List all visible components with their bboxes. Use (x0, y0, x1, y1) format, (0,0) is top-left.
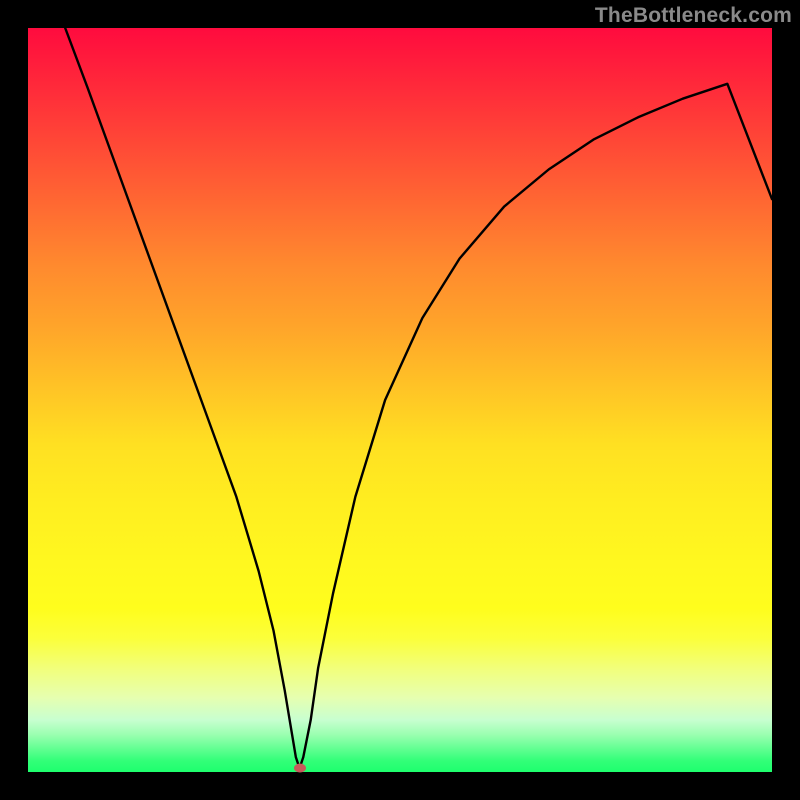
plot-area (28, 28, 772, 772)
bottleneck-curve (65, 28, 772, 768)
curve-svg (28, 28, 772, 772)
optimal-point-marker (294, 764, 306, 773)
watermark-text: TheBottleneck.com (595, 4, 792, 28)
chart-frame: TheBottleneck.com (0, 0, 800, 800)
